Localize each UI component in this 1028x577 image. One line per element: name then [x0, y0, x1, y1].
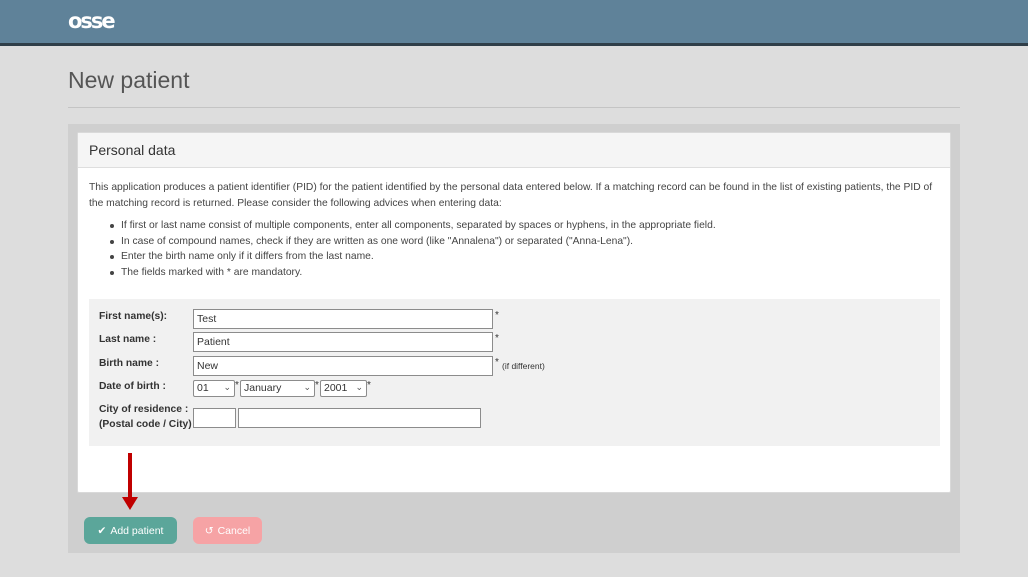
panel-title: Personal data: [78, 133, 950, 168]
advice-item: Enter the birth name only if it differs …: [109, 249, 929, 265]
required-marker: *: [367, 380, 371, 391]
osse-logo[interactable]: osse: [68, 9, 116, 33]
birth-name-label: Birth name :: [99, 358, 160, 369]
postal-code-input[interactable]: [193, 408, 236, 428]
dob-year-select[interactable]: 2001 ⌄: [320, 380, 367, 397]
patient-form: First name(s): Test * Last name : Patien…: [89, 299, 940, 446]
chevron-down-icon: ⌄: [303, 382, 311, 392]
chevron-down-icon: ⌄: [223, 382, 231, 392]
cancel-label: Cancel: [217, 524, 251, 537]
dob-day-select[interactable]: 01 ⌄: [193, 380, 235, 397]
top-bar: osse: [0, 0, 1028, 46]
add-patient-label: Add patient: [110, 524, 164, 537]
dob-day-value: 01: [197, 382, 209, 394]
birth-name-input[interactable]: New: [193, 356, 493, 376]
dob-month-select[interactable]: January ⌄: [240, 380, 315, 397]
required-marker: *: [495, 310, 499, 321]
first-name-input[interactable]: Test: [193, 309, 493, 329]
advice-item: The fields marked with * are mandatory.: [109, 265, 929, 281]
red-arrow-shaft: [128, 453, 132, 500]
last-name-label: Last name :: [99, 334, 157, 345]
cancel-button[interactable]: ↺ Cancel: [193, 517, 262, 544]
city-sublabel: (Postal code / City): [99, 419, 192, 430]
required-marker: *: [495, 357, 499, 368]
dob-year-value: 2001: [324, 382, 348, 394]
chevron-down-icon: ⌄: [355, 382, 363, 392]
required-marker: *: [235, 380, 239, 391]
undo-icon: ↺: [204, 524, 214, 537]
required-marker: *: [495, 333, 499, 344]
advice-item: In case of compound names, check if they…: [109, 234, 929, 250]
intro-text: This application produces a patient iden…: [89, 182, 933, 209]
dob-month-value: January: [244, 382, 282, 394]
city-input[interactable]: [238, 408, 481, 428]
first-name-label: First name(s):: [99, 311, 168, 322]
birth-name-note: (if different): [502, 361, 545, 371]
check-icon: ✔: [97, 524, 107, 537]
red-arrow-head: [122, 497, 138, 510]
advice-list: If first or last name consist of multipl…: [109, 218, 929, 280]
required-marker: *: [315, 380, 319, 391]
advice-item: If first or last name consist of multipl…: [109, 218, 929, 234]
add-patient-button[interactable]: ✔ Add patient: [84, 517, 177, 544]
last-name-input[interactable]: Patient: [193, 332, 493, 352]
page-title: New patient: [68, 67, 190, 93]
title-divider: [68, 107, 960, 108]
city-label: City of residence :: [99, 404, 189, 415]
dob-label: Date of birth :: [99, 381, 166, 392]
personal-data-panel: Personal data This application produces …: [77, 132, 951, 493]
